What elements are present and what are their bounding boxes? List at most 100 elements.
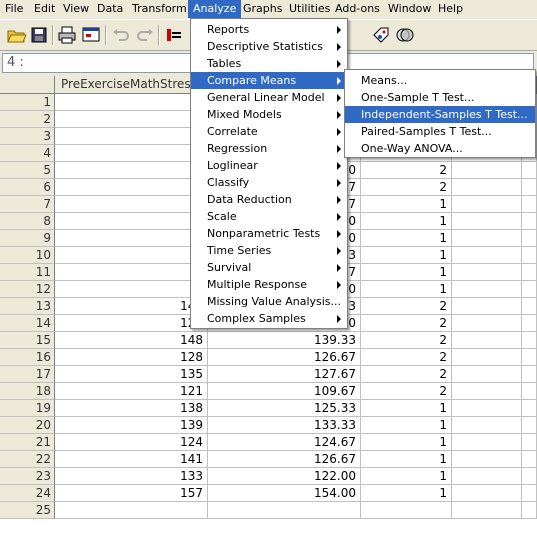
table-cell[interactable]: 1 (55, 128, 208, 145)
save-icon[interactable] (28, 24, 50, 46)
row-number[interactable]: 10 (0, 247, 55, 264)
table-cell[interactable] (452, 298, 522, 315)
row-number[interactable]: 25 (0, 502, 55, 519)
table-cell[interactable] (522, 468, 537, 485)
menu-item-compare-means[interactable]: Compare Means (191, 72, 347, 89)
table-cell[interactable] (522, 349, 537, 366)
menu-item-general-linear-model[interactable]: General Linear Model (191, 89, 347, 106)
table-cell[interactable] (452, 162, 522, 179)
row-number[interactable]: 20 (0, 417, 55, 434)
row-number[interactable]: 11 (0, 264, 55, 281)
table-cell[interactable] (55, 502, 208, 519)
table-cell[interactable] (522, 502, 537, 519)
menu-transform[interactable]: Transform (127, 0, 192, 18)
menu-item-descriptive-statistics[interactable]: Descriptive Statistics (191, 38, 347, 55)
table-cell[interactable]: 1 (361, 230, 452, 247)
menu-view[interactable]: View (58, 0, 94, 18)
row-number[interactable]: 13 (0, 298, 55, 315)
table-cell[interactable] (361, 502, 452, 519)
menu-item-time-series[interactable]: Time Series (191, 242, 347, 259)
menu-item-paired-samples-t-test[interactable]: Paired-Samples T Test... (345, 123, 535, 140)
menu-item-complex-samples[interactable]: Complex Samples (191, 310, 347, 327)
table-cell[interactable]: 2 (361, 315, 452, 332)
menu-item-regression[interactable]: Regression (191, 140, 347, 157)
table-cell[interactable] (452, 468, 522, 485)
row-number[interactable]: 19 (0, 400, 55, 417)
menu-item-one-sample-t-test[interactable]: One-Sample T Test... (345, 89, 535, 106)
table-cell[interactable]: 2 (361, 349, 452, 366)
row-number[interactable]: 12 (0, 281, 55, 298)
table-cell[interactable] (522, 264, 537, 281)
table-cell[interactable]: 138 (55, 400, 208, 417)
menu-window[interactable]: Window (383, 0, 436, 18)
menu-file[interactable]: File (0, 0, 28, 18)
menu-item-reports[interactable]: Reports (191, 21, 347, 38)
table-cell[interactable] (522, 179, 537, 196)
table-cell[interactable]: 1 (361, 400, 452, 417)
table-cell[interactable]: 145 (55, 298, 208, 315)
table-cell[interactable] (522, 247, 537, 264)
menu-item-one-way-anova[interactable]: One-Way ANOVA... (345, 140, 535, 157)
grid-corner[interactable] (0, 76, 55, 94)
row-number[interactable]: 3 (0, 128, 55, 145)
table-cell[interactable]: 122.00 (208, 468, 361, 485)
table-cell[interactable] (452, 281, 522, 298)
redo-icon[interactable] (134, 24, 156, 46)
table-cell[interactable]: 1 (361, 468, 452, 485)
row-number[interactable]: 8 (0, 213, 55, 230)
table-cell[interactable] (452, 196, 522, 213)
table-cell[interactable] (452, 332, 522, 349)
table-cell[interactable]: 1 (361, 213, 452, 230)
table-cell[interactable]: 133 (55, 468, 208, 485)
table-cell[interactable] (522, 400, 537, 417)
table-cell[interactable] (452, 485, 522, 502)
menu-item-multiple-response[interactable]: Multiple Response (191, 276, 347, 293)
table-cell[interactable]: 2 (361, 366, 452, 383)
table-cell[interactable]: 125.33 (208, 400, 361, 417)
row-number[interactable]: 17 (0, 366, 55, 383)
table-cell[interactable]: 126.67 (208, 451, 361, 468)
table-cell[interactable]: 1 (55, 230, 208, 247)
table-cell[interactable] (452, 400, 522, 417)
row-number[interactable]: 22 (0, 451, 55, 468)
table-cell[interactable]: 1 (55, 281, 208, 298)
menu-item-missing-value-analysis[interactable]: Missing Value Analysis... (191, 293, 347, 310)
undo-icon[interactable] (110, 24, 132, 46)
table-cell[interactable] (452, 366, 522, 383)
table-cell[interactable]: 157 (55, 485, 208, 502)
table-cell[interactable] (522, 281, 537, 298)
print-icon[interactable] (56, 24, 78, 46)
table-cell[interactable]: 1 (361, 434, 452, 451)
menu-item-loglinear[interactable]: Loglinear (191, 157, 347, 174)
table-cell[interactable]: 141 (55, 451, 208, 468)
table-cell[interactable]: 127.67 (208, 366, 361, 383)
use-sets-icon[interactable] (394, 24, 416, 46)
table-cell[interactable]: 1 (55, 264, 208, 281)
menu-item-classify[interactable]: Classify (191, 174, 347, 191)
table-cell[interactable]: 1 (55, 145, 208, 162)
table-cell[interactable]: 135 (55, 366, 208, 383)
table-cell[interactable]: 121 (55, 383, 208, 400)
table-cell[interactable]: 2 (361, 332, 452, 349)
menu-item-means[interactable]: Means... (345, 72, 535, 89)
column-header-prestress[interactable]: PreExerciseMathStress (55, 76, 208, 94)
table-cell[interactable] (452, 434, 522, 451)
row-number[interactable]: 18 (0, 383, 55, 400)
table-cell[interactable]: 109.67 (208, 383, 361, 400)
table-cell[interactable]: 1 (55, 247, 208, 264)
table-cell[interactable]: 1 (361, 264, 452, 281)
table-cell[interactable]: 139.33 (208, 332, 361, 349)
table-cell[interactable] (522, 298, 537, 315)
table-cell[interactable] (452, 247, 522, 264)
menu-item-correlate[interactable]: Correlate (191, 123, 347, 140)
table-cell[interactable] (452, 451, 522, 468)
table-cell[interactable]: 129 (55, 315, 208, 332)
table-cell[interactable]: 2 (361, 162, 452, 179)
row-number[interactable]: 2 (0, 111, 55, 128)
table-cell[interactable] (452, 264, 522, 281)
menu-item-scale[interactable]: Scale (191, 208, 347, 225)
table-cell[interactable]: 1 (55, 94, 208, 111)
table-cell[interactable] (522, 434, 537, 451)
row-number[interactable]: 15 (0, 332, 55, 349)
table-cell[interactable]: 1 (361, 451, 452, 468)
